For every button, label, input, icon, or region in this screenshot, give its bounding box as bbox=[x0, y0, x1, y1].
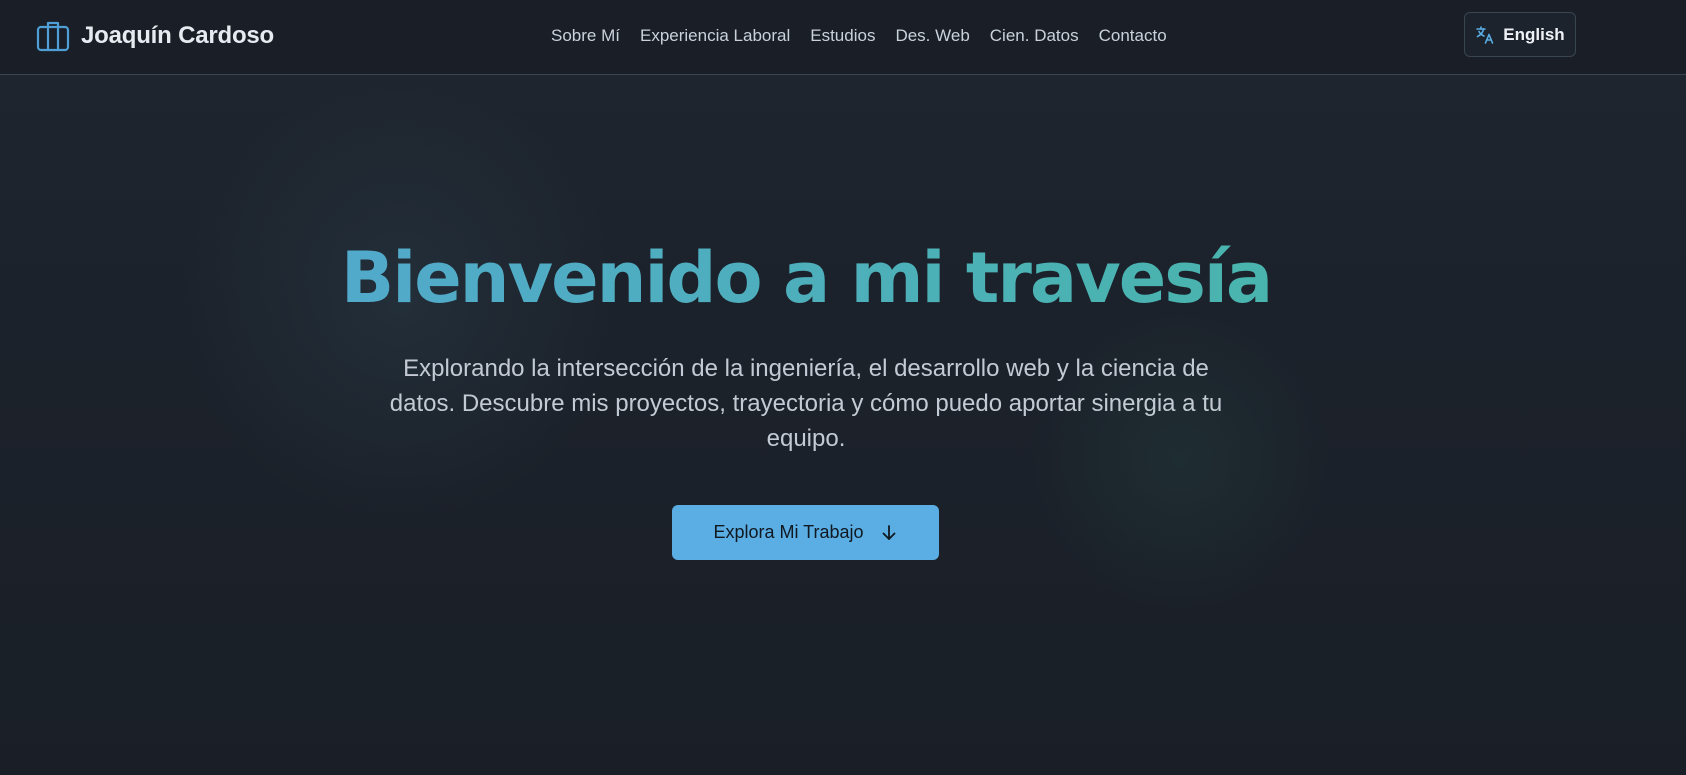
hero-subtitle: Explorando la intersección de la ingenie… bbox=[389, 355, 1223, 452]
arrow-down-icon bbox=[882, 524, 895, 540]
nav-link-experiencia-laboral[interactable]: Experiencia Laboral bbox=[640, 26, 790, 46]
translate-icon bbox=[1476, 25, 1494, 44]
main-nav: Sobre Mí Experiencia Laboral Estudios De… bbox=[551, 22, 1167, 50]
brand-name: Joaquín Cardoso bbox=[81, 22, 275, 49]
brand-logo-link[interactable]: Joaquín Cardoso bbox=[36, 18, 274, 54]
nav-link-estudios[interactable]: Estudios bbox=[810, 26, 875, 46]
page: Joaquín Cardoso Sobre Mí Experiencia Lab… bbox=[0, 0, 1686, 775]
top-navigation-bar: Joaquín Cardoso Sobre Mí Experiencia Lab… bbox=[0, 0, 1686, 75]
language-toggle-label: English bbox=[1503, 24, 1565, 44]
nav-link-sobre-mi[interactable]: Sobre Mí bbox=[551, 26, 620, 46]
language-toggle-button[interactable]: English bbox=[1464, 12, 1576, 57]
explore-work-button[interactable]: Explora Mi Trabajo bbox=[672, 505, 939, 560]
briefcase-icon bbox=[36, 21, 70, 52]
hero-title: Bienvenido a mi travesía bbox=[0, 228, 1612, 328]
nav-link-contacto[interactable]: Contacto bbox=[1099, 26, 1167, 46]
nav-link-des-web[interactable]: Des. Web bbox=[895, 26, 969, 46]
nav-link-cien-datos[interactable]: Cien. Datos bbox=[990, 26, 1079, 46]
explore-work-label: Explora Mi Trabajo bbox=[713, 522, 864, 542]
